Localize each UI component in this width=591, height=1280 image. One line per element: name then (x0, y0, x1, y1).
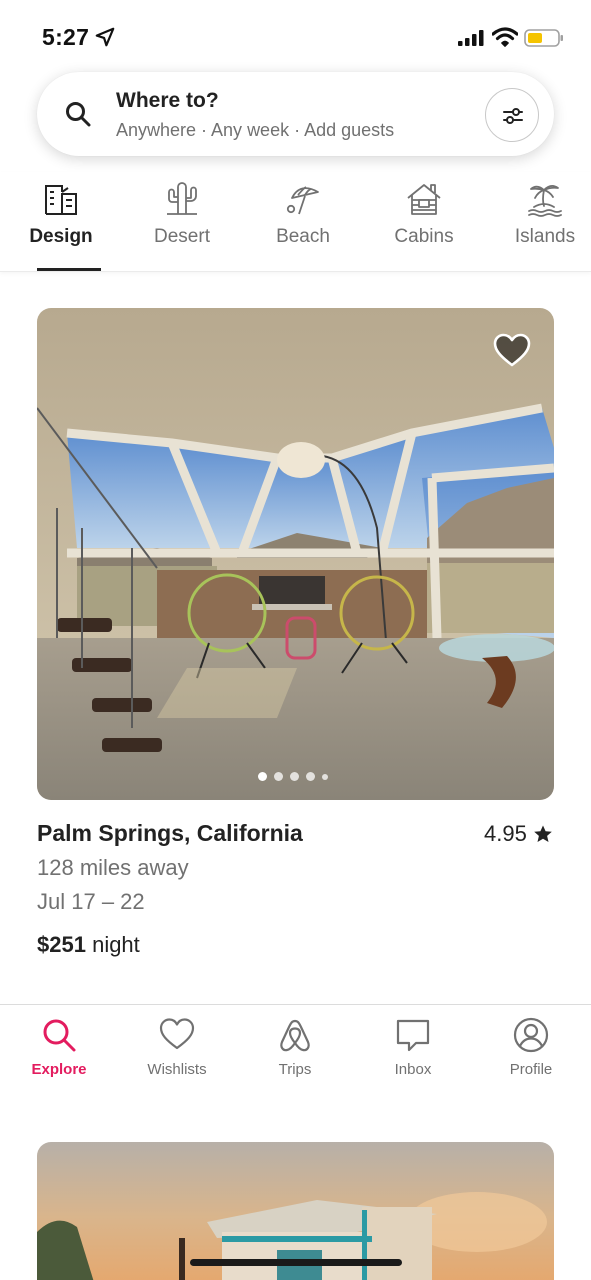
category-beach[interactable]: Beach (248, 180, 358, 272)
category-desert[interactable]: Desert (127, 180, 237, 272)
bottom-navigation: Explore Wishlists Trips Inbox Profile (0, 1004, 591, 1100)
filters-button[interactable] (485, 88, 539, 142)
island-palm-icon (528, 185, 562, 217)
price-unit: night (92, 932, 140, 957)
active-category-indicator (37, 268, 101, 271)
pagination-dot (322, 773, 328, 780)
nav-label: Explore (31, 1061, 87, 1078)
category-label: Islands (514, 226, 576, 247)
airbnb-logo-icon (280, 1019, 310, 1052)
category-design[interactable]: Design (6, 180, 116, 272)
nav-profile[interactable]: Profile (476, 1017, 586, 1093)
search-icon (43, 1019, 76, 1052)
heart-icon (159, 1018, 195, 1050)
category-cabins[interactable]: Cabins (369, 180, 479, 272)
category-label: Design (29, 226, 93, 247)
status-time: 5:27 (42, 24, 90, 50)
beach-umbrella-icon (286, 186, 319, 215)
cactus-icon (167, 182, 197, 215)
pagination-dot (274, 772, 283, 781)
cellular-signal-icon (458, 30, 484, 46)
design-building-icon (45, 185, 77, 215)
search-title: Where to? (116, 89, 219, 112)
home-indicator (190, 1259, 402, 1266)
cabin-icon (407, 184, 441, 215)
nav-explore[interactable]: Explore (4, 1017, 114, 1093)
search-bar[interactable]: Where to? Anywhere · Any week · Add gues… (37, 72, 554, 156)
pagination-dot (258, 772, 267, 781)
listing-distance: 128 miles away (37, 855, 189, 880)
listing-photo[interactable] (37, 308, 554, 800)
listing-photo-image (37, 308, 554, 800)
filter-sliders-icon (503, 108, 523, 124)
category-bar: Design Desert Beach Cabins Islands (0, 172, 591, 272)
nav-label: Trips (278, 1061, 312, 1078)
search-icon (66, 102, 91, 127)
nav-inbox[interactable]: Inbox (358, 1017, 468, 1093)
photo-pagination (258, 772, 328, 781)
listing-rating: 4.95 (484, 821, 553, 847)
nav-wishlists[interactable]: Wishlists (122, 1017, 232, 1093)
profile-icon (513, 1017, 549, 1053)
nav-label: Profile (509, 1061, 553, 1078)
wifi-icon (492, 27, 518, 47)
chat-bubble-icon (396, 1019, 430, 1052)
pagination-dot (306, 772, 315, 781)
search-subtitle: Anywhere · Any week · Add guests (116, 120, 395, 140)
category-label: Cabins (394, 226, 454, 247)
category-islands[interactable]: Islands (490, 180, 591, 272)
wishlist-heart-icon[interactable] (492, 332, 532, 370)
status-bar: 5:27 (0, 0, 591, 72)
nav-label: Wishlists (147, 1061, 207, 1078)
rating-value: 4.95 (484, 821, 527, 846)
category-label: Desert (154, 226, 210, 247)
nav-label: Inbox (394, 1061, 432, 1078)
listing-dates: Jul 17 – 22 (37, 889, 145, 914)
category-label: Beach (276, 226, 330, 247)
star-icon (534, 825, 552, 842)
price-amount: $251 (37, 932, 86, 957)
nav-trips[interactable]: Trips (240, 1017, 350, 1093)
listing-title[interactable]: Palm Springs, California (37, 820, 303, 847)
location-arrow-icon (95, 27, 115, 47)
battery-icon (524, 29, 563, 47)
listing-price: $251 night (37, 932, 140, 958)
pagination-dot (290, 772, 299, 781)
